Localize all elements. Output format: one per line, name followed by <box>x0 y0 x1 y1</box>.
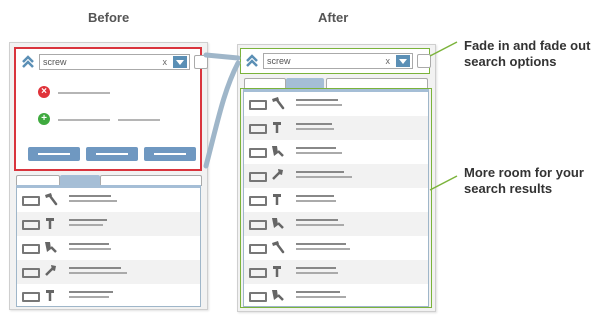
fade-callout-line <box>429 41 458 57</box>
transition-connector <box>203 52 241 61</box>
room-callout-line <box>429 175 458 191</box>
connectors <box>203 41 458 191</box>
transition-connector <box>203 60 241 169</box>
